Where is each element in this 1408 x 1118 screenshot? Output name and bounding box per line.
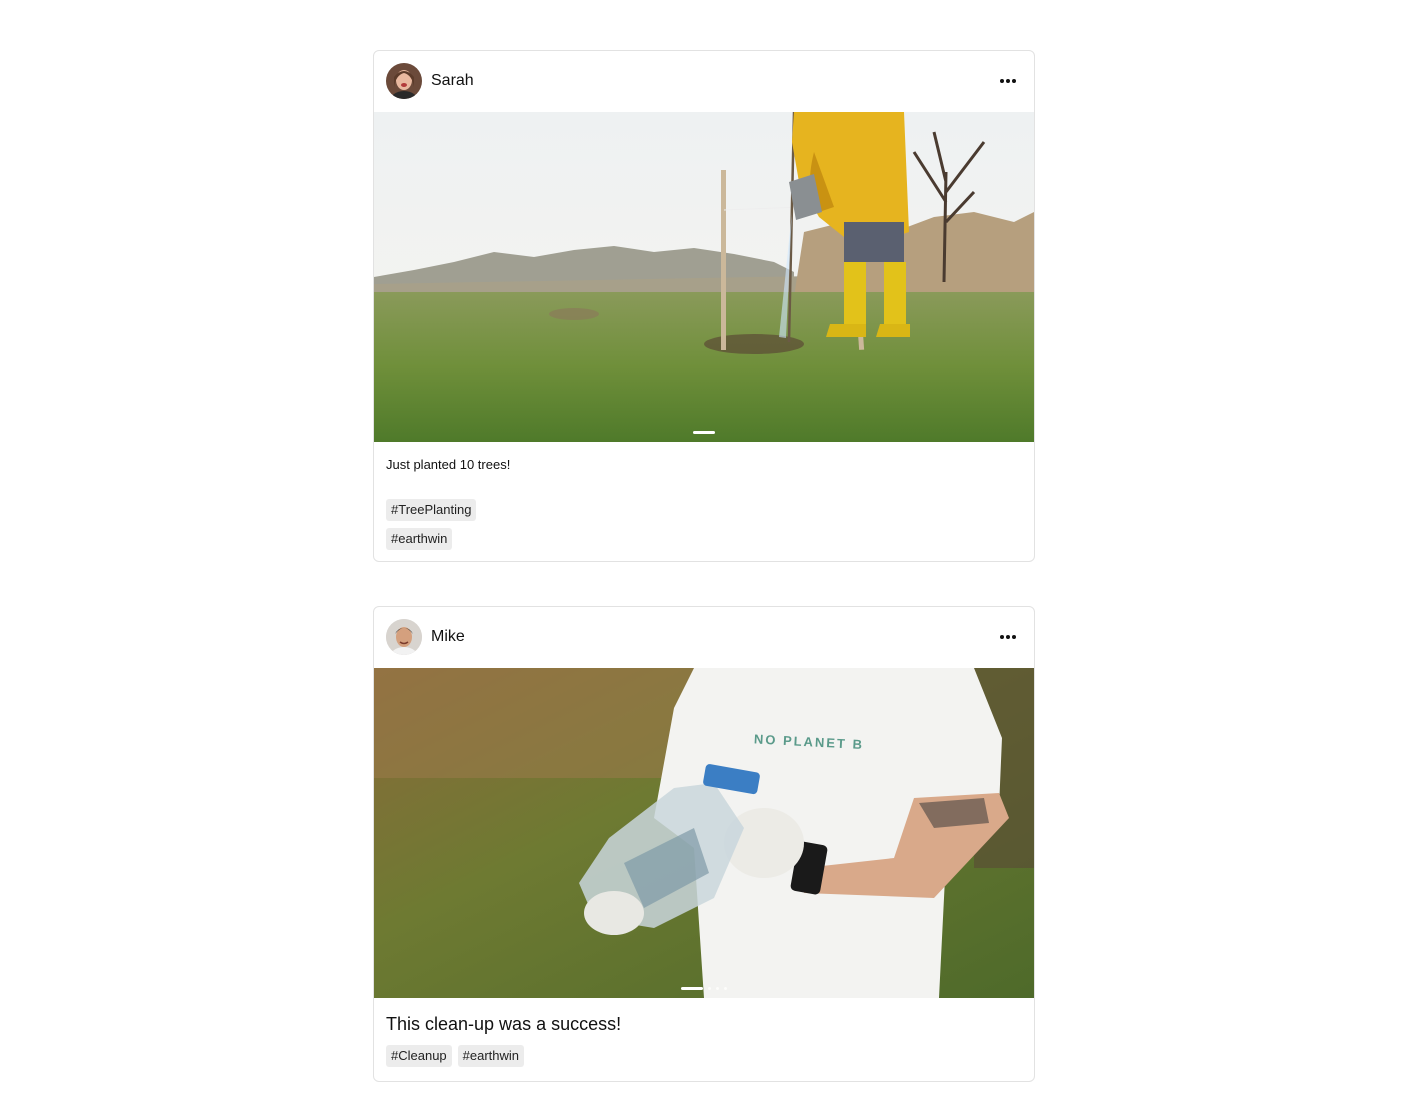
post-card: Sarah Just planted 10 trees! #TreePlanti…: [373, 50, 1035, 562]
post-card: Mike NO PLANET B This clean-up was a suc…: [373, 606, 1035, 1082]
avatar[interactable]: [386, 619, 422, 655]
carousel-indicator: [374, 431, 1034, 434]
post-image[interactable]: [374, 112, 1034, 442]
post-header: Mike: [374, 607, 1034, 668]
post-caption: This clean-up was a success!: [386, 1014, 622, 1034]
hashtag[interactable]: #Cleanup: [386, 1045, 452, 1067]
hashtag[interactable]: #TreePlanting: [386, 499, 477, 521]
carousel-dot[interactable]: [716, 987, 719, 990]
hashtag-list: #TreePlanting #earthwin: [374, 499, 1034, 550]
carousel-dot[interactable]: [724, 987, 727, 990]
post-caption: Just planted 10 trees!: [386, 457, 511, 472]
more-horizontal-icon: [999, 635, 1017, 639]
username[interactable]: Mike: [431, 628, 465, 646]
hashtag[interactable]: #earthwin: [457, 1045, 525, 1067]
hashtag-list: #Cleanup #earthwin: [374, 1045, 1034, 1067]
username[interactable]: Sarah: [431, 72, 474, 90]
more-options-button[interactable]: [996, 69, 1020, 93]
carousel-dot[interactable]: [708, 987, 711, 990]
carousel-indicator: [374, 987, 1034, 990]
post-header: Sarah: [374, 51, 1034, 112]
carousel-dot[interactable]: [693, 431, 715, 434]
carousel-dot[interactable]: [681, 987, 703, 990]
avatar[interactable]: [386, 63, 422, 99]
hashtag[interactable]: #earthwin: [386, 528, 453, 550]
more-options-button[interactable]: [996, 625, 1020, 649]
post-image[interactable]: NO PLANET B: [374, 668, 1034, 998]
more-horizontal-icon: [999, 79, 1017, 83]
